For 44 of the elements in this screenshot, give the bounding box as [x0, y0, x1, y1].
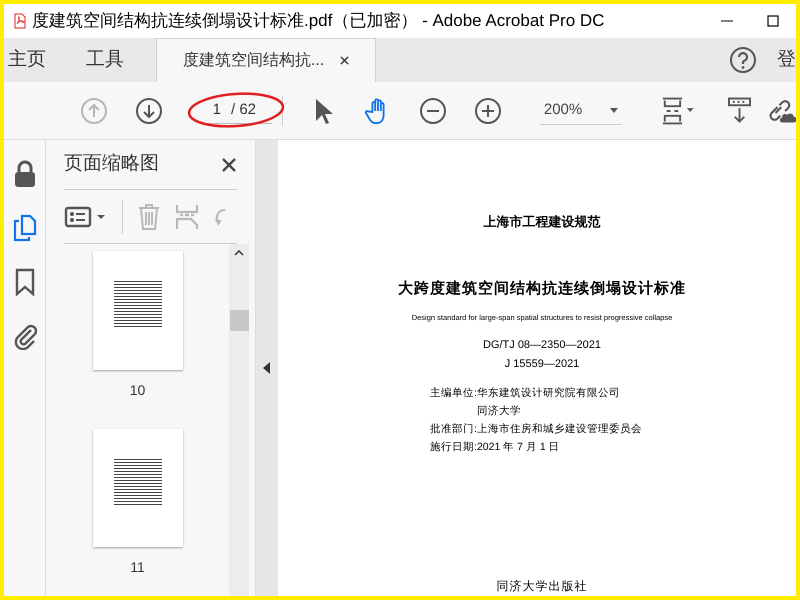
minimize-icon[interactable] — [721, 20, 733, 22]
pdf-file-icon — [12, 13, 28, 29]
page-number-field[interactable]: 1 — [199, 98, 221, 122]
nav-tab[interactable]: 工具 — [78, 38, 132, 82]
lock-icon[interactable] — [12, 160, 36, 188]
zoom-out-button[interactable] — [418, 96, 447, 124]
download-icon[interactable] — [728, 96, 752, 126]
nav-tab[interactable]: 主页 — [4, 38, 54, 82]
detail-label: 批准部门: — [430, 422, 477, 437]
document-title: 大跨度建筑空间结构抗连续倒塌设计标准 — [398, 278, 686, 298]
next-page-button[interactable] — [135, 96, 163, 124]
page-number-label: 10 — [130, 380, 146, 400]
detail-label: 施行日期: — [430, 440, 477, 454]
standard-code: DG/TJ 08—2350—2021 — [482, 338, 601, 354]
help-icon[interactable] — [729, 46, 757, 74]
close-icon[interactable] — [221, 156, 237, 172]
paperclip-icon[interactable] — [12, 322, 36, 350]
scrollbar[interactable] — [229, 244, 249, 596]
collapse-panel-icon[interactable] — [263, 362, 271, 374]
sign-in-link[interactable]: 登 — [777, 46, 796, 74]
window-title: 度建筑空间结构抗连续倒塌设计标准.pdf（已加密） - Adobe Acrobat Pro DC — [32, 10, 604, 32]
panel-title: 页面缩略图 — [64, 152, 159, 176]
close-icon[interactable] — [340, 56, 350, 65]
zoom-dropdown[interactable]: 200% — [540, 96, 622, 124]
detail-label: 主编单位: — [430, 386, 477, 402]
page-thumbnail[interactable] — [92, 251, 182, 370]
document-series: 上海市工程建设规范 — [484, 213, 600, 231]
page-number-label: 11 — [130, 558, 145, 577]
publisher: 同济大学出版社 — [496, 578, 588, 596]
caret-icon — [610, 108, 618, 112]
detail-value: 2021 年 7 月 1 日 — [476, 440, 560, 454]
maximize-icon[interactable] — [767, 15, 779, 27]
thumbnail-options-icon[interactable] — [64, 204, 108, 228]
page-count: / 62 — [231, 100, 256, 120]
page-thumbnail[interactable] — [92, 428, 182, 547]
scrollbar-thumb[interactable] — [230, 310, 248, 331]
zoom-in-button[interactable] — [474, 96, 502, 124]
scroll-up-icon[interactable] — [234, 250, 244, 256]
detail-value: 华东建筑设计研究院有限公司 — [476, 386, 620, 402]
standard-code: J 15559—2021 — [504, 356, 580, 372]
document-tab[interactable]: 度建筑空间结构抗... — [156, 38, 376, 82]
detail-value: 上海市住房和城乡建设管理委员会 — [476, 422, 642, 437]
pages-icon[interactable] — [12, 214, 36, 242]
detail-value: 同济大学 — [476, 404, 521, 419]
